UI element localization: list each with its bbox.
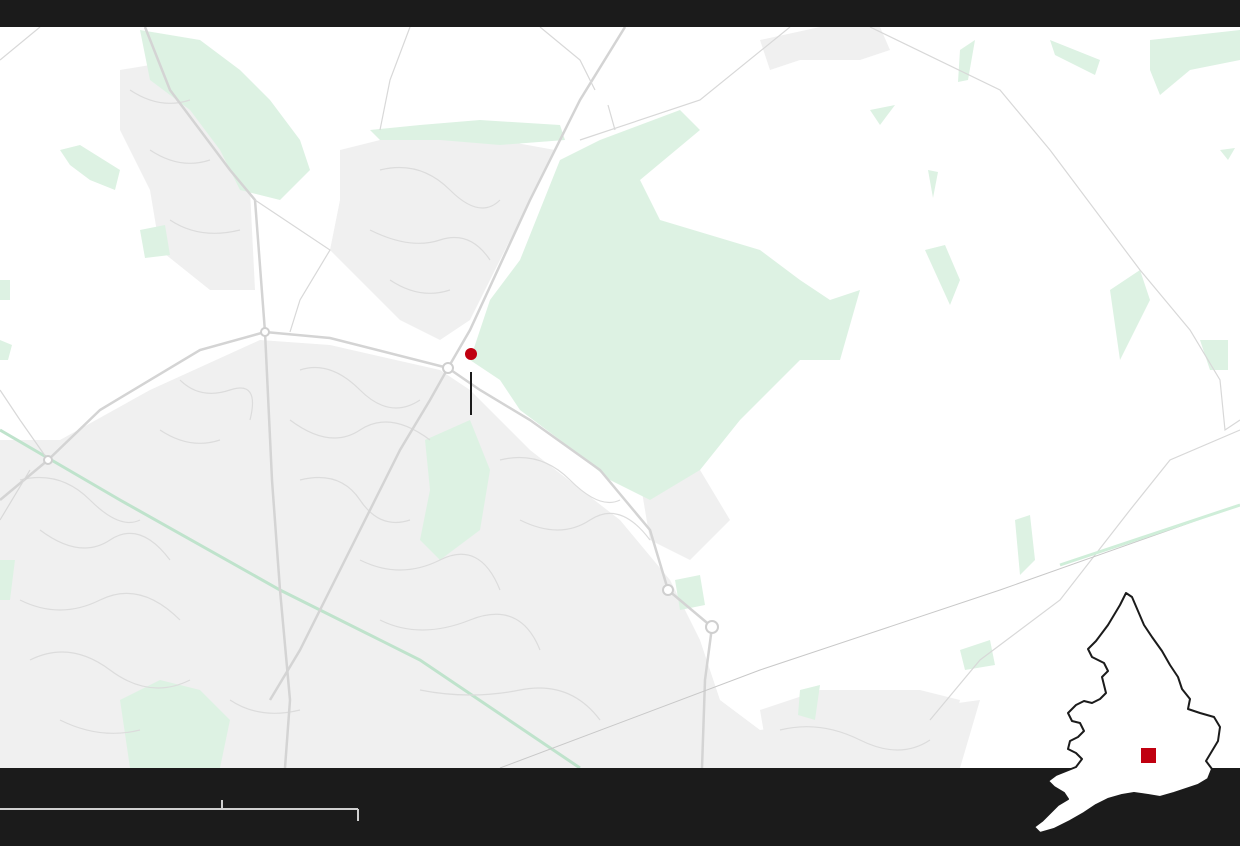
top-bar: [0, 0, 1240, 27]
location-pin-icon[interactable]: [465, 348, 477, 360]
inset-location-highlight: [1141, 748, 1156, 763]
england-wales-outline: [1033, 592, 1221, 834]
scale-bar: [0, 800, 359, 821]
green-corridor: [1059, 503, 1240, 567]
locator-inset-map: [1033, 592, 1221, 834]
